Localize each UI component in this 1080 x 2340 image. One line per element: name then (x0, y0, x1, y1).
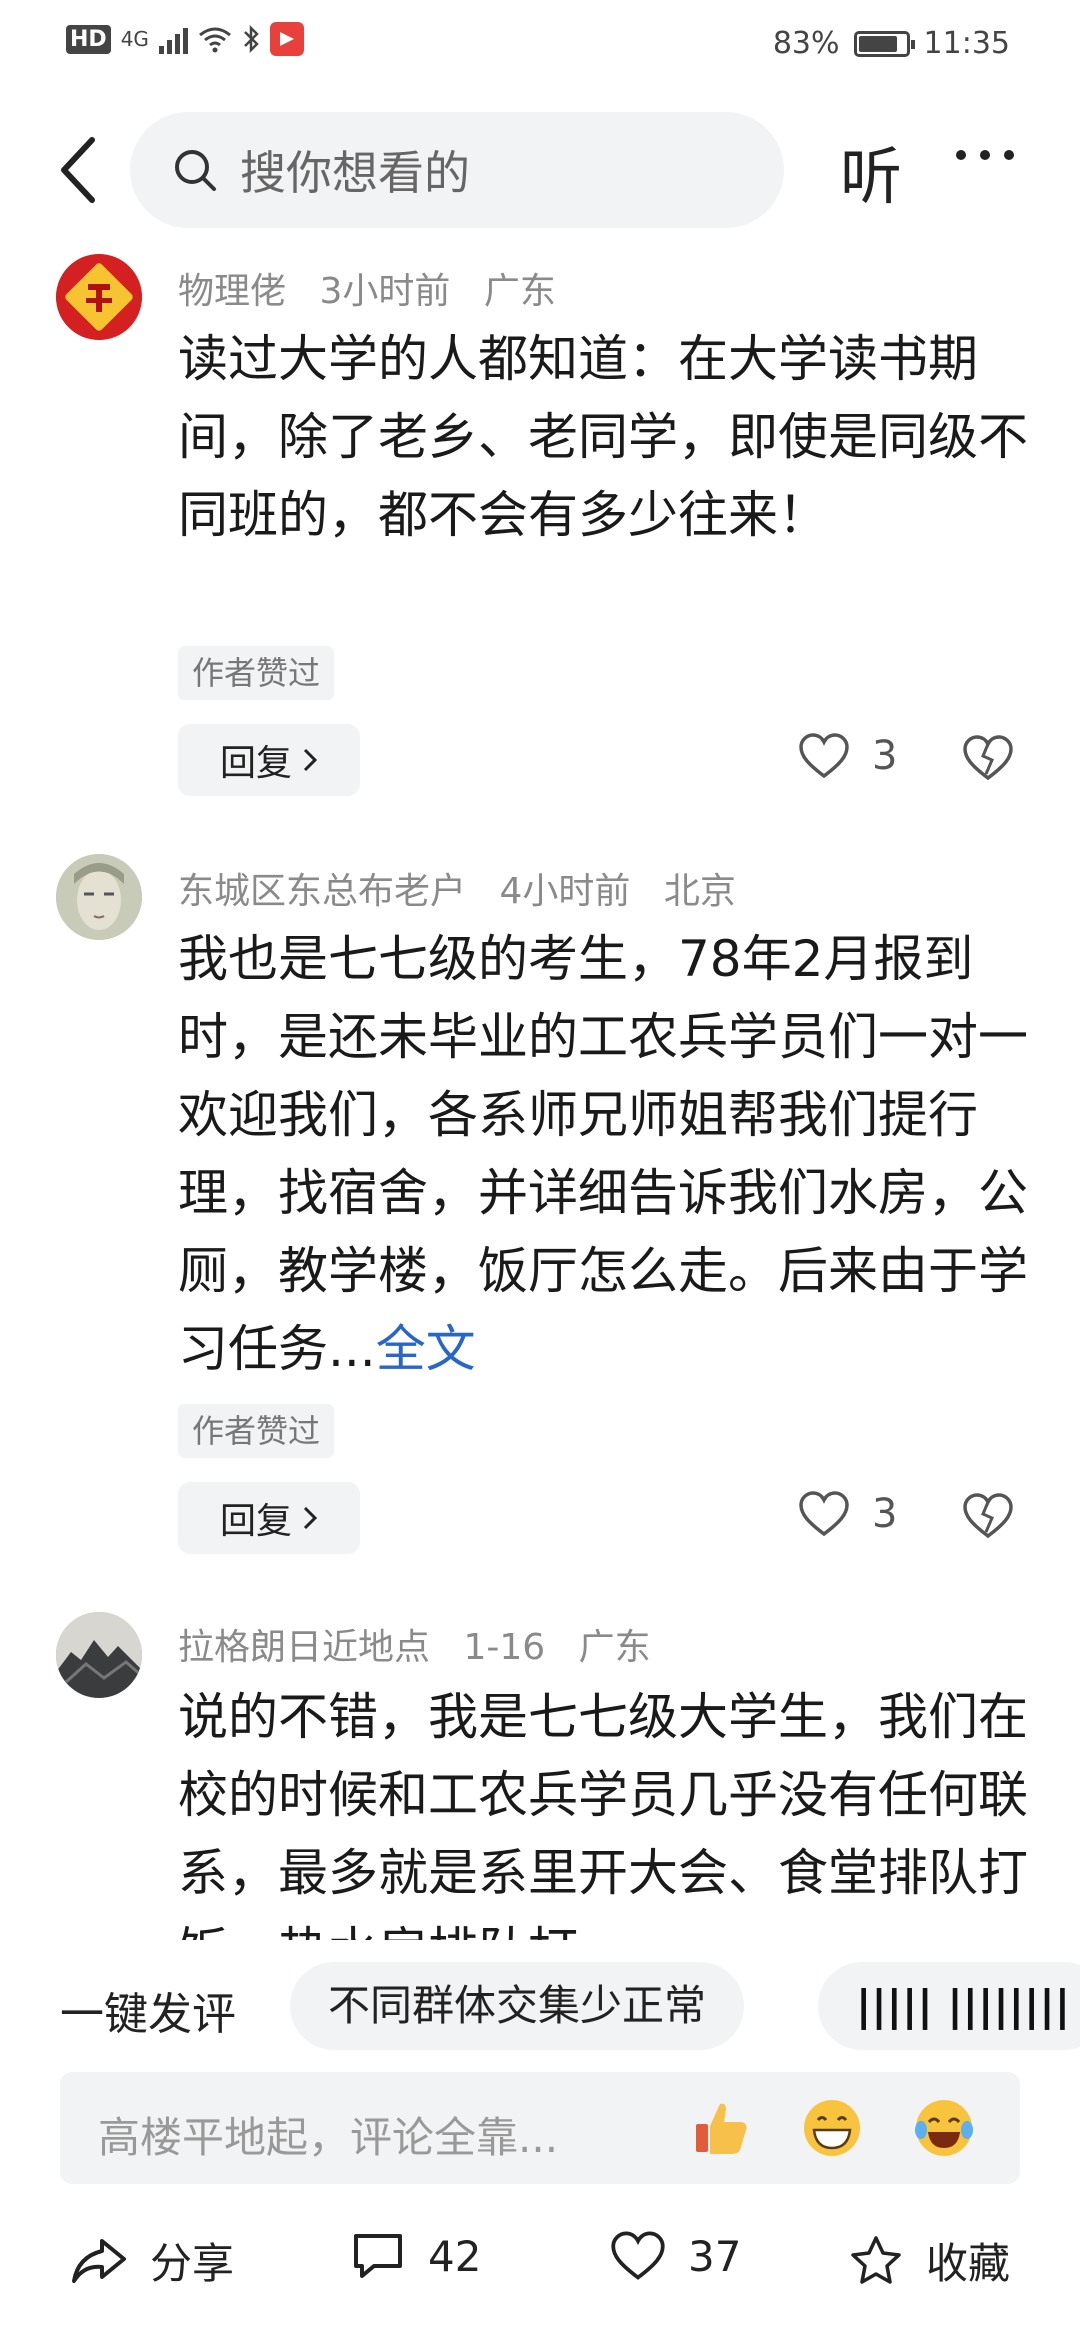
comment-count: 42 (428, 2231, 482, 2281)
broken-heart-icon[interactable] (962, 1492, 1014, 1540)
expand-fulltext-link[interactable]: 全文 (376, 1320, 476, 1378)
comment-meta: 东城区东总布老户 4小时前 北京 (178, 862, 758, 914)
hd-icon: HD (66, 24, 111, 54)
avatar[interactable] (56, 1612, 142, 1698)
search-icon (175, 150, 216, 191)
comment-text-content: 我也是七七级的考生，78年2月报到时，是还未毕业的工农兵学员们一对一欢迎我们，各… (178, 930, 1028, 1378)
comment-input[interactable]: 高楼平地起，评论全靠... (60, 2072, 1020, 2184)
reply-button[interactable]: 回复 (178, 724, 360, 796)
comment-text: 读过大学的人都知道：在大学读书期间，除了老乡、老同学，即使是同级不同班的，都不会… (178, 330, 1028, 544)
heart-icon (799, 733, 849, 779)
back-arrow-icon[interactable] (50, 130, 110, 210)
heart-icon (611, 2231, 665, 2280)
comments-button[interactable]: 42 (350, 2230, 481, 2282)
search-bar[interactable]: 搜你想看的 (130, 112, 784, 228)
network-label: 4G (120, 27, 149, 51)
quick-comment-chip[interactable]: ||||| |||||||| (818, 1962, 1080, 2050)
comment-text: 我也是七七级的考生，78年2月报到时，是还未毕业的工农兵学员们一对一欢迎我们，各… (178, 920, 1038, 1388)
quick-comment-bar: 一键发评 不同群体交集少正常 ||||| |||||||| (0, 1950, 1080, 2060)
top-nav: 搜你想看的 听 (0, 100, 1080, 236)
clock: 11:35 (923, 26, 1010, 61)
chevron-right-icon (303, 1506, 318, 1530)
share-button[interactable]: 分享 (70, 2230, 234, 2291)
username[interactable]: 物理佬 (178, 271, 286, 312)
reply-label: 回复 (219, 743, 292, 784)
like-count: 37 (688, 2231, 742, 2281)
status-left: HD 4G (66, 22, 304, 56)
comment-location: 广东 (578, 1627, 651, 1668)
avatar[interactable] (56, 254, 142, 340)
author-liked-badge: 作者赞过 (178, 646, 335, 700)
like-button[interactable]: 3 (798, 732, 897, 780)
broken-heart-icon[interactable] (962, 734, 1014, 782)
thumbs-up-emoji-icon[interactable] (690, 2096, 754, 2160)
comment-meta: 物理佬 3小时前 广东 (178, 262, 578, 314)
comment-list-clip: 拉格朗日近地点 1-16 广东 说的不错，我是七七级大学生，我们在校的时候和工农… (0, 1600, 1080, 1940)
comment-item: 东城区东总布老户 4小时前 北京 我也是七七级的考生，78年2月报到时，是还未毕… (0, 850, 1080, 1570)
comment-item: 拉格朗日近地点 1-16 广东 说的不错，我是七七级大学生，我们在校的时候和工农… (0, 1600, 1080, 1940)
bluetooth-icon (244, 24, 259, 54)
comment-location: 广东 (483, 271, 556, 312)
status-bar: HD 4G 83% 11:35 (0, 0, 1080, 96)
share-label: 分享 (150, 2239, 235, 2288)
favorite-label: 收藏 (926, 2239, 1011, 2288)
comment-location: 北京 (663, 871, 736, 912)
comment-meta: 拉格朗日近地点 1-16 广东 (178, 1618, 673, 1670)
like-button[interactable]: 3 (798, 1490, 897, 1538)
wifi-icon (198, 27, 231, 53)
like-article-button[interactable]: 37 (610, 2230, 741, 2282)
battery-percent: 83% (772, 26, 840, 61)
comment-input-placeholder: 高楼平地起，评论全靠... (98, 2113, 559, 2162)
avatar[interactable] (56, 854, 142, 940)
quick-comment-chip[interactable]: 不同群体交集少正常 (290, 1962, 745, 2050)
comment-bubble-icon (354, 2234, 402, 2278)
comment-text: 说的不错，我是七七级大学生，我们在校的时候和工农兵学员几乎没有任何联系，最多就是… (178, 1688, 1028, 1940)
comment-time: 3小时前 (319, 271, 451, 312)
like-count: 3 (872, 1491, 898, 1537)
username[interactable]: 拉格朗日近地点 (178, 1627, 430, 1668)
battery-icon (853, 30, 915, 57)
share-icon (72, 2238, 126, 2283)
signal-icon (158, 24, 188, 54)
reply-label: 回复 (219, 1501, 292, 1542)
app-notification-icon (269, 22, 304, 56)
heart-icon (799, 1491, 849, 1537)
listen-button[interactable]: 听 (840, 126, 902, 216)
bottom-action-bar: 分享 42 37 收藏 (0, 2210, 1080, 2330)
search-placeholder: 搜你想看的 (240, 146, 470, 200)
comment-time: 1-16 (463, 1627, 546, 1668)
author-liked-badge: 作者赞过 (178, 1404, 335, 1458)
favorite-button[interactable]: 收藏 (848, 2230, 1010, 2291)
chevron-right-icon (303, 748, 318, 772)
laughing-tears-emoji-icon[interactable] (912, 2096, 976, 2160)
status-right: 83% 11:35 (773, 26, 1010, 61)
comment-time: 4小时前 (499, 871, 631, 912)
reply-button[interactable]: 回复 (178, 1482, 360, 1554)
like-count: 3 (872, 733, 898, 779)
comment-item: 物理佬 3小时前 广东 读过大学的人都知道：在大学读书期间，除了老乡、老同学，即… (0, 250, 1080, 810)
grinning-emoji-icon[interactable] (800, 2096, 864, 2160)
quick-comment-label: 一键发评 (60, 1989, 236, 2040)
star-icon (851, 2235, 901, 2284)
username[interactable]: 东城区东总布老户 (178, 871, 466, 912)
more-options-icon[interactable] (956, 150, 1014, 160)
